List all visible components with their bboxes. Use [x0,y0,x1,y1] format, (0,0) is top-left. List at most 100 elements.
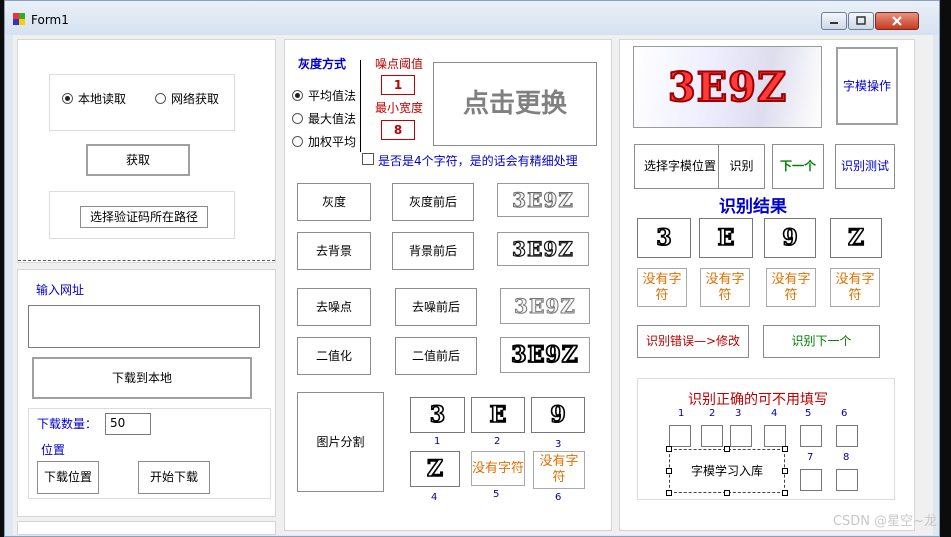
app-icon [13,13,25,25]
learn-button[interactable]: 字模学习入库 [669,449,785,493]
correct-hint: 识别正确的可不用填写 [688,392,828,408]
slot-5[interactable] [800,425,822,447]
gray-before-button[interactable]: 灰度前后 [392,183,474,221]
noise-button[interactable]: 去噪点 [297,288,371,326]
binary-before-button[interactable]: 二值前后 [395,337,477,375]
url-input[interactable] [28,305,260,348]
template-op-button[interactable]: 字模操作 [836,47,898,125]
radio-dot [155,93,166,104]
resize-handle [724,446,730,452]
radio-weighted-label: 加权平均 [308,135,357,149]
radio-max[interactable]: 最大值法 [292,110,356,127]
download-pos-button[interactable]: 下载位置 [37,461,99,494]
minimize-button[interactable] [821,12,847,30]
slot-3[interactable] [730,425,752,447]
minimize-icon [830,22,838,24]
close-icon [892,16,902,26]
main-window: Form1 本地读取 网络获取 获取 选择验证码所在路径 输入网址 下载到本地 … [4,0,940,537]
download-options: 下载数量： 50 位置 下载位置 开始下载 [28,408,271,499]
result-nochar-2: 没有字符 [700,268,750,307]
recognize-test-button[interactable]: 识别测试 [835,144,895,189]
title-bar[interactable]: Form1 [5,1,939,35]
resize-handle [666,446,672,452]
radio-dot [292,113,303,124]
slot-num-6: 6 [841,408,848,419]
minw-input[interactable]: 8 [381,120,415,140]
captcha-bg: 3E9Z [497,232,589,266]
segment-2: E [471,397,525,433]
segment-num-1: 1 [434,436,441,447]
result-nochar-1: 没有字符 [637,268,687,307]
start-download-button[interactable]: 开始下载 [138,461,210,494]
slot-2[interactable] [701,425,723,447]
gray-button[interactable]: 灰度 [297,183,371,221]
close-button[interactable] [875,12,919,30]
binary-button[interactable]: 二值化 [297,337,371,375]
captcha-gray: 3E9Z [497,183,589,217]
resize-handle [666,468,672,474]
radio-local[interactable]: 本地读取 [62,90,126,107]
four-char-checkbox[interactable] [362,153,374,165]
pos-label: 位置 [41,443,66,457]
segment-4: Z [410,451,460,487]
slot-8[interactable] [836,469,858,491]
minw-label: 最小宽度 [375,101,424,115]
slot-num-8: 8 [843,452,850,463]
resize-handle [782,446,788,452]
four-char-label: 是否是4个字符，是的话会有精细处理 [378,154,578,168]
gray-title: 灰度方式 [298,57,347,71]
select-path-button[interactable]: 选择验证码所在路径 [80,206,208,228]
select-template-pos-button[interactable]: 选择字模位置 [634,144,726,189]
recognize-next-button[interactable]: 识别下一个 [763,325,880,358]
radio-net[interactable]: 网络获取 [155,90,219,107]
recognize-button[interactable]: 识别 [718,144,765,189]
slot-4[interactable] [764,425,786,447]
bg-before-button[interactable]: 背景前后 [392,232,474,270]
learn-group: 识别正确的可不用填写 1 2 3 4 5 6 7 8 字模学习入库 [637,378,895,500]
split-button[interactable]: 图片分割 [297,392,384,492]
result-glyph-1: 3 [637,218,691,258]
noise-before-button[interactable]: 去噪前后 [395,288,477,326]
maximize-button[interactable] [848,12,874,30]
refresh-button[interactable]: 点击更换 [433,62,597,146]
noise-input[interactable]: 1 [381,75,415,95]
path-group: 选择验证码所在路径 [49,191,235,239]
result-nochar-4: 没有字符 [830,268,880,307]
slot-num-7: 7 [807,452,814,463]
result-glyph-2: E [699,218,753,258]
result-glyph-3: 9 [764,218,816,258]
wrong-modify-button[interactable]: 识别错误—>修改 [637,325,749,358]
count-input[interactable]: 50 [105,413,151,435]
noise-label: 噪点阈值 [375,57,424,71]
fetch-button[interactable]: 获取 [86,144,190,176]
count-label: 下载数量： [37,417,98,431]
radio-avg[interactable]: 平均值法 [292,87,356,104]
captcha-binary: 3E9Z [500,337,590,373]
window-title: Form1 [31,13,69,27]
radio-dot [292,90,303,101]
maximize-icon [856,16,866,25]
slot-6[interactable] [836,425,858,447]
captcha-original: 3E9Z [633,46,822,128]
bottom-strip [17,521,276,535]
divider [18,260,275,262]
radio-dot [62,93,73,104]
radio-local-label: 本地读取 [78,92,127,106]
bg-button[interactable]: 去背景 [297,232,371,270]
next-button[interactable]: 下一个 [772,144,824,189]
process-panel: 灰度方式 平均值法 最大值法 加权平均 噪点阈值 1 最小宽度 8 点击更换 是… [284,39,612,531]
slot-1[interactable] [669,425,691,447]
slot-7[interactable] [800,469,822,491]
segment-num-5: 5 [493,489,500,500]
slot-num-2: 2 [709,408,716,419]
download-local-button[interactable]: 下载到本地 [32,357,252,399]
source-group: 本地读取 网络获取 [49,74,235,131]
resize-handle [782,468,788,474]
radio-avg-label: 平均值法 [308,89,357,103]
result-title: 识别结果 [719,197,787,217]
radio-max-label: 最大值法 [308,112,357,126]
radio-net-label: 网络获取 [171,92,220,106]
slot-num-3: 3 [735,408,742,419]
radio-weighted[interactable]: 加权平均 [292,133,356,150]
segment-3: 9 [531,397,585,433]
